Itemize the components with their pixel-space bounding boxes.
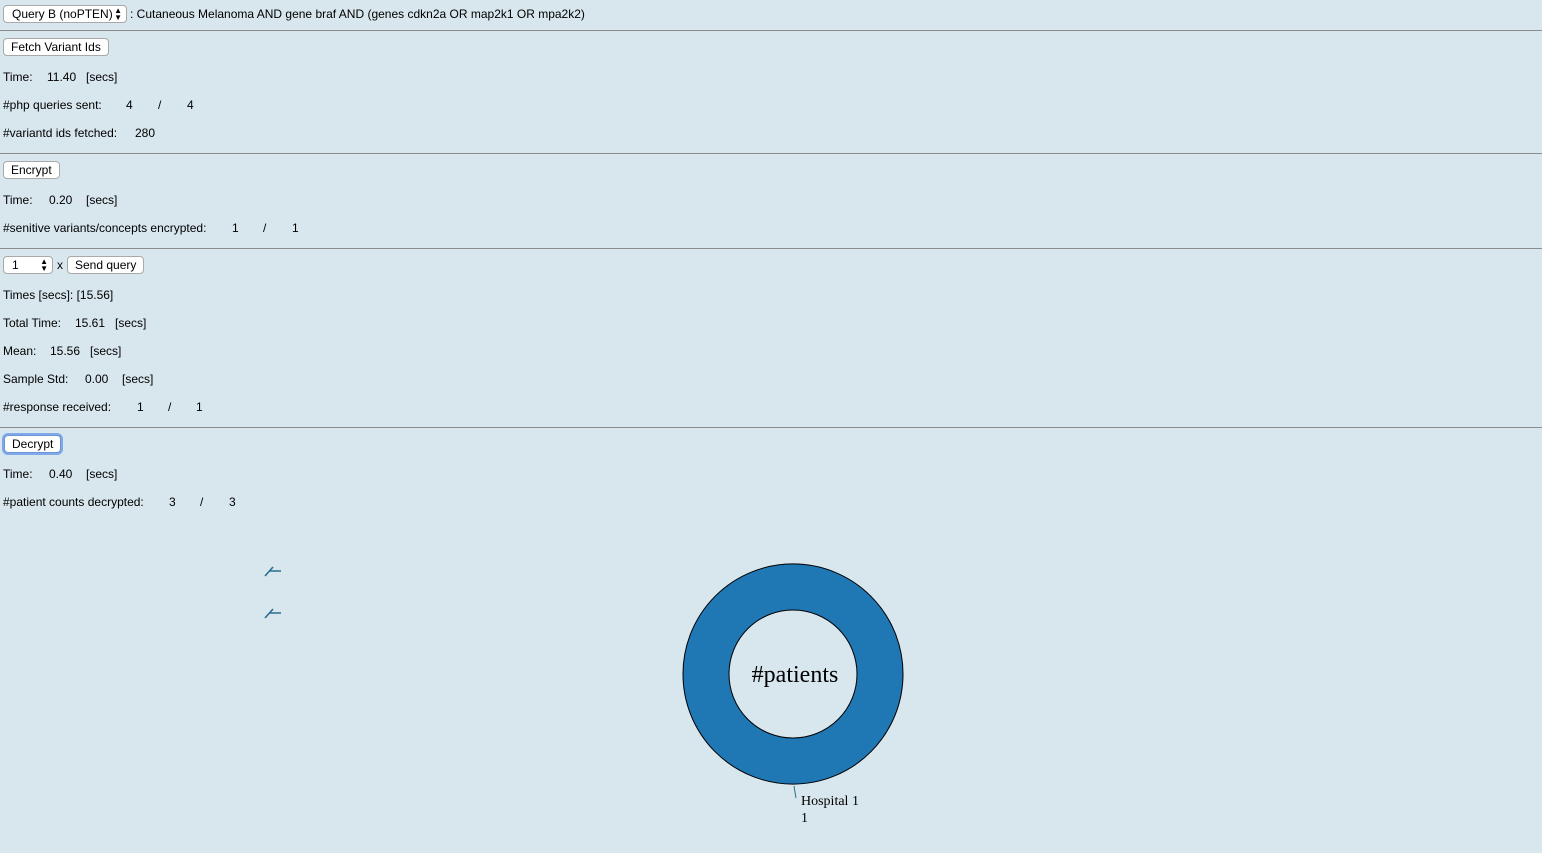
donut-center-label: #patients xyxy=(752,662,839,688)
slice-label-name: Hospital 1 xyxy=(801,794,859,809)
slice-label-value: 1 xyxy=(801,811,808,826)
slice-label-leader xyxy=(793,785,797,799)
patients-donut-chart: #patients Hospital 1 1 xyxy=(682,563,904,826)
